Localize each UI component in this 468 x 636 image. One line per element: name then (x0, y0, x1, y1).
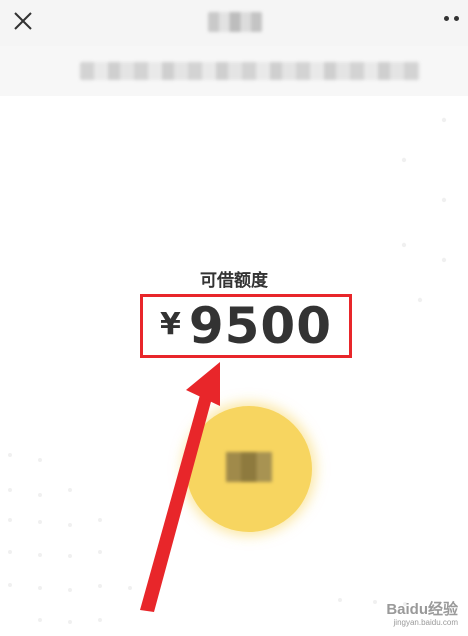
credit-amount-highlight: ¥ 9500 (140, 294, 352, 358)
credit-amount: 9500 (188, 297, 333, 355)
action-button-label-blurred (226, 452, 272, 482)
credit-limit-label: 可借额度 (200, 271, 268, 291)
more-dots-icon[interactable] (442, 14, 462, 24)
watermark: Baidu经验 jingyan.baidu.com (386, 602, 458, 628)
watermark-url: jingyan.baidu.com (393, 618, 458, 627)
blurred-title (208, 12, 262, 32)
watermark-brand: Baidu经验 (386, 601, 458, 618)
currency-symbol: ¥ (159, 306, 181, 342)
blurred-subtitle (80, 62, 420, 80)
close-icon[interactable] (12, 10, 34, 32)
